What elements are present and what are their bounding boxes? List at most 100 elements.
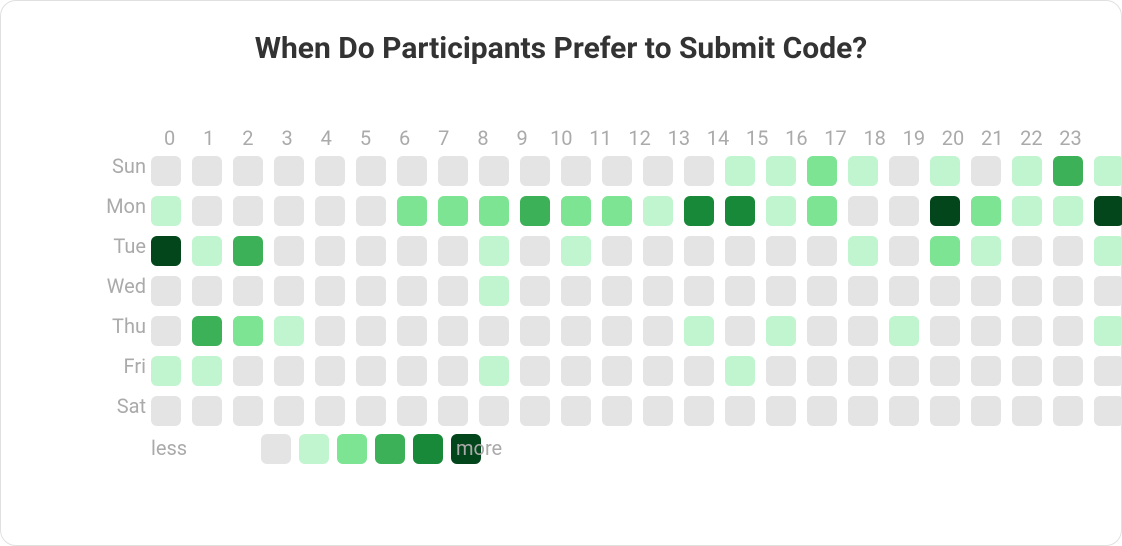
heatmap-cell xyxy=(356,196,386,226)
hour-label: 9 xyxy=(504,126,541,150)
day-label: Thu xyxy=(101,314,146,338)
heatmap-cell xyxy=(725,196,755,226)
heatmap-cell xyxy=(315,196,345,226)
hour-label: 20 xyxy=(934,126,971,150)
heatmap-cell xyxy=(766,156,796,186)
heatmap-cell xyxy=(930,196,960,226)
heatmap-cell xyxy=(807,276,837,306)
legend-swatch xyxy=(261,434,291,464)
heatmap-cell xyxy=(151,236,181,266)
heatmap-cell xyxy=(766,356,796,386)
heatmap-cell xyxy=(1053,196,1083,226)
heatmap-cell xyxy=(1094,196,1122,226)
heatmap-cell xyxy=(930,156,960,186)
heatmap-cell xyxy=(1012,236,1042,266)
heatmap-cell xyxy=(192,236,222,266)
heatmap-cell xyxy=(561,316,591,346)
hour-label: 18 xyxy=(856,126,893,150)
heatmap-cell xyxy=(561,276,591,306)
heatmap-cell xyxy=(356,276,386,306)
legend-swatch xyxy=(299,434,329,464)
heatmap-cell xyxy=(602,196,632,226)
heatmap-cell xyxy=(356,316,386,346)
heatmap-cell xyxy=(930,396,960,426)
heatmap-cell xyxy=(397,196,427,226)
heatmap-cell xyxy=(1094,316,1122,346)
heatmap-cell xyxy=(684,356,714,386)
heatmap-cell xyxy=(766,276,796,306)
heatmap-cell xyxy=(930,316,960,346)
heatmap-cell xyxy=(561,236,591,266)
heatmap-cell xyxy=(889,396,919,426)
heatmap-cell xyxy=(1012,276,1042,306)
heatmap-cell xyxy=(397,356,427,386)
hour-label: 15 xyxy=(739,126,776,150)
heatmap-row xyxy=(151,314,1091,348)
heatmap-cell xyxy=(315,396,345,426)
heatmap-cell xyxy=(192,196,222,226)
heatmap-cell xyxy=(643,236,673,266)
heatmap-cell xyxy=(151,396,181,426)
heatmap-cell xyxy=(274,396,304,426)
heatmap-cell xyxy=(274,356,304,386)
heatmap-cell xyxy=(438,356,468,386)
heatmap-cell xyxy=(1012,316,1042,346)
heatmap-cell xyxy=(479,196,509,226)
hour-label: 22 xyxy=(1013,126,1050,150)
heatmap-cell xyxy=(438,276,468,306)
heatmap-cell xyxy=(725,316,755,346)
heatmap-cell xyxy=(807,156,837,186)
heatmap-cell xyxy=(930,276,960,306)
heatmap-cell xyxy=(274,236,304,266)
heatmap-cell xyxy=(807,196,837,226)
heatmap-cell xyxy=(315,156,345,186)
heatmap-cell xyxy=(684,236,714,266)
heatmap-cell xyxy=(1012,396,1042,426)
heatmap-cell xyxy=(151,276,181,306)
heatmap-cell xyxy=(725,236,755,266)
legend-swatch xyxy=(375,434,405,464)
heatmap-cell xyxy=(1053,276,1083,306)
heatmap-cell xyxy=(1053,356,1083,386)
heatmap-cell xyxy=(356,396,386,426)
heatmap-cell xyxy=(889,196,919,226)
heatmap-cell xyxy=(807,356,837,386)
heatmap-row xyxy=(151,274,1091,308)
heatmap-cell xyxy=(192,276,222,306)
hour-label: 0 xyxy=(151,126,188,150)
heatmap-cell xyxy=(1053,156,1083,186)
heatmap-cell xyxy=(438,396,468,426)
hour-label: 7 xyxy=(425,126,462,150)
hour-label: 8 xyxy=(464,126,501,150)
heatmap-cell xyxy=(151,316,181,346)
heatmap-cell xyxy=(1012,196,1042,226)
heatmap-cell xyxy=(766,236,796,266)
heatmap-cell xyxy=(397,316,427,346)
heatmap-cell xyxy=(479,316,509,346)
heatmap-cell xyxy=(1094,356,1122,386)
legend: lessmore xyxy=(151,434,1091,468)
hour-label: 16 xyxy=(778,126,815,150)
heatmap-cell xyxy=(1012,156,1042,186)
heatmap-cell xyxy=(233,236,263,266)
heatmap-cell xyxy=(192,156,222,186)
heatmap-cell xyxy=(233,316,263,346)
heatmap-cell xyxy=(1053,396,1083,426)
heatmap-cell xyxy=(766,396,796,426)
heatmap-cell xyxy=(848,236,878,266)
heatmap-cell xyxy=(315,316,345,346)
heatmap-rows: SunMonTueWedThuFriSat xyxy=(151,154,1091,428)
hour-label: 5 xyxy=(347,126,384,150)
heatmap-cell xyxy=(971,276,1001,306)
heatmap-cell xyxy=(807,236,837,266)
heatmap-cell xyxy=(602,156,632,186)
heatmap-cell xyxy=(971,316,1001,346)
day-label: Sun xyxy=(101,154,146,178)
day-label: Wed xyxy=(101,274,146,298)
heatmap-row xyxy=(151,354,1091,388)
heatmap-cell xyxy=(397,276,427,306)
heatmap-cell xyxy=(643,356,673,386)
heatmap-cell xyxy=(1094,156,1122,186)
heatmap-row xyxy=(151,234,1091,268)
heatmap-cell xyxy=(356,156,386,186)
